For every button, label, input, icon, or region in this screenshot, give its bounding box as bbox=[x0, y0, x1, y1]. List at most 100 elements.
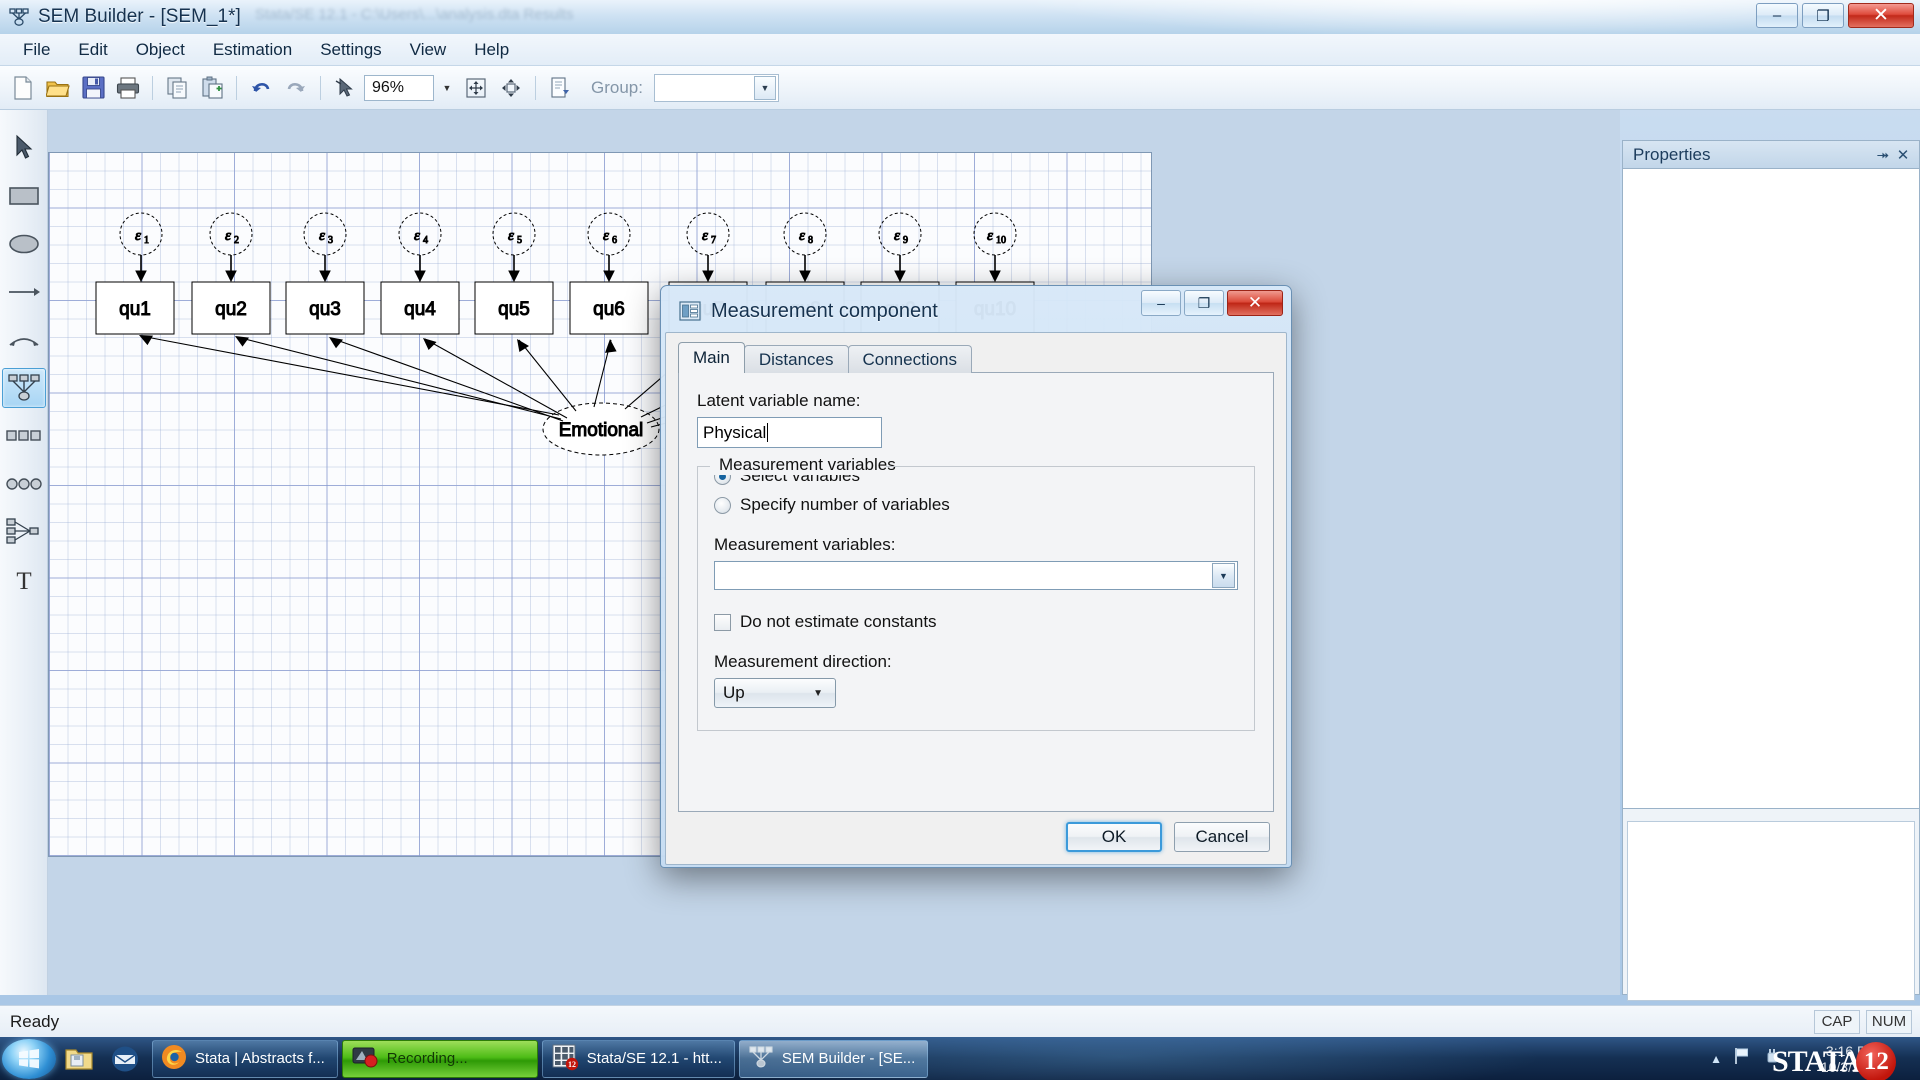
taskbar-sem-builder[interactable]: SEM Builder - [SE... bbox=[738, 1039, 929, 1078]
close-button[interactable]: ✕ bbox=[1848, 3, 1914, 28]
copy-icon[interactable] bbox=[161, 72, 193, 104]
toolbar-separator bbox=[152, 75, 153, 100]
status-text: Ready bbox=[10, 1011, 60, 1031]
observed-set-tool[interactable] bbox=[2, 416, 46, 456]
window-title: SEM Builder - [SEM_1*] bbox=[38, 6, 241, 27]
measurement-direction-combo[interactable]: Up ▼ bbox=[714, 678, 836, 708]
menu-help[interactable]: Help bbox=[461, 35, 522, 65]
explorer-icon[interactable] bbox=[56, 1039, 102, 1079]
chevron-down-icon[interactable]: ▼ bbox=[813, 688, 823, 699]
toolbar-separator bbox=[320, 75, 321, 100]
dialog-maximize-button[interactable]: ❐ bbox=[1184, 290, 1224, 316]
svg-text:ε: ε bbox=[894, 228, 900, 244]
taskbar-firefox-label: Stata | Abstracts f... bbox=[195, 1050, 325, 1067]
measurement-tool[interactable] bbox=[2, 368, 46, 408]
svg-text:ε: ε bbox=[508, 228, 514, 244]
menu-edit[interactable]: Edit bbox=[65, 35, 120, 65]
latent-set-tool[interactable] bbox=[2, 464, 46, 504]
menu-estimation[interactable]: Estimation bbox=[200, 35, 305, 65]
start-button[interactable] bbox=[2, 1038, 56, 1079]
new-icon[interactable] bbox=[7, 72, 39, 104]
dialog-buttons: OK Cancel bbox=[1066, 822, 1270, 852]
text-tool[interactable]: T bbox=[2, 560, 46, 600]
menu-view[interactable]: View bbox=[397, 35, 460, 65]
mail-icon[interactable] bbox=[102, 1039, 148, 1079]
svg-text:qu4: qu4 bbox=[404, 299, 436, 320]
properties-body[interactable] bbox=[1623, 169, 1919, 809]
clock-and-logo[interactable]: 3:16 PM 10/3/2012 STATA 12 bbox=[1772, 1039, 1912, 1080]
measurement-variables-combo[interactable]: ▼ bbox=[714, 561, 1238, 590]
taskbar-recorder[interactable]: Recording... bbox=[341, 1039, 538, 1078]
svg-text:1: 1 bbox=[144, 235, 149, 246]
recorder-icon bbox=[351, 1044, 379, 1074]
dialog-minimize-button[interactable]: – bbox=[1141, 290, 1181, 316]
flag-action-center-icon[interactable] bbox=[1732, 1046, 1752, 1071]
menu-object[interactable]: Object bbox=[123, 35, 198, 65]
ok-button[interactable]: OK bbox=[1066, 822, 1162, 852]
minimize-button[interactable]: – bbox=[1756, 3, 1798, 28]
expand-icon[interactable] bbox=[495, 72, 527, 104]
maximize-button[interactable]: ❐ bbox=[1802, 3, 1844, 28]
pin-icon[interactable]: ⯮ bbox=[1873, 145, 1893, 165]
copy-to-clipboard-icon[interactable] bbox=[544, 72, 576, 104]
properties-panel: Properties ⯮ ✕ bbox=[1622, 140, 1920, 1001]
properties-footer-pane[interactable] bbox=[1627, 821, 1915, 1001]
menu-file[interactable]: File bbox=[10, 35, 63, 65]
svg-text:10: 10 bbox=[996, 235, 1006, 246]
close-icon[interactable]: ✕ bbox=[1893, 145, 1913, 165]
do-not-estimate-constants-row[interactable]: Do not estimate constants bbox=[714, 612, 1238, 632]
undo-icon[interactable] bbox=[245, 72, 277, 104]
ellipse-tool[interactable] bbox=[2, 224, 46, 264]
stata-logo-text: STATA bbox=[1772, 1044, 1861, 1078]
svg-text:8: 8 bbox=[808, 235, 813, 246]
text-caret bbox=[767, 423, 769, 442]
properties-header: Properties ⯮ ✕ bbox=[1623, 141, 1919, 169]
svg-text:ε: ε bbox=[799, 228, 805, 244]
print-icon[interactable] bbox=[112, 72, 144, 104]
covariance-tool[interactable] bbox=[2, 320, 46, 360]
radio-specify-number[interactable]: Specify number of variables bbox=[714, 495, 1238, 515]
taskbar-stata[interactable]: 12 Stata/SE 12.1 - htt... bbox=[541, 1039, 735, 1078]
firefox-icon bbox=[161, 1044, 187, 1074]
radio-button-icon[interactable] bbox=[714, 496, 731, 514]
save-icon[interactable] bbox=[77, 72, 109, 104]
latent-variable-input[interactable]: Physical bbox=[697, 417, 882, 448]
select-arrow-icon[interactable] bbox=[329, 72, 361, 104]
chevron-down-icon[interactable]: ▼ bbox=[1212, 563, 1235, 588]
svg-text:ε: ε bbox=[603, 228, 609, 244]
chevron-down-icon[interactable]: ▼ bbox=[753, 75, 776, 100]
fit-to-window-icon[interactable] bbox=[460, 72, 492, 104]
rectangle-tool[interactable] bbox=[2, 176, 46, 216]
radio-specify-number-label: Specify number of variables bbox=[740, 495, 950, 514]
redo-icon[interactable] bbox=[280, 72, 312, 104]
status-badge-cap: CAP bbox=[1814, 1009, 1860, 1034]
dialog-body: Main Distances Connections Latent variab… bbox=[665, 332, 1287, 865]
cancel-button[interactable]: Cancel bbox=[1174, 822, 1270, 852]
regression-tool[interactable] bbox=[2, 512, 46, 552]
menu-settings[interactable]: Settings bbox=[307, 35, 394, 65]
sem-builder-icon bbox=[8, 6, 30, 28]
measurement-variables-legend: Measurement variables bbox=[714, 455, 901, 475]
title-bar: Stata/SE 12.1 - C:\Users\...\analysis.dt… bbox=[0, 0, 1920, 34]
tab-distances[interactable]: Distances bbox=[743, 345, 849, 373]
show-hidden-icons[interactable]: ▲ bbox=[1710, 1052, 1722, 1066]
dialog-form-icon bbox=[679, 301, 701, 321]
taskbar-firefox[interactable]: Stata | Abstracts f... bbox=[152, 1039, 338, 1078]
tab-main[interactable]: Main bbox=[678, 342, 745, 373]
measurement-direction-value: Up bbox=[723, 683, 745, 702]
zoom-dropdown-arrow[interactable]: ▼ bbox=[437, 75, 457, 101]
latent-variable-value: Physical bbox=[703, 422, 767, 442]
svg-text:qu2: qu2 bbox=[215, 299, 247, 320]
path-tool[interactable] bbox=[2, 272, 46, 312]
pointer-tool[interactable] bbox=[2, 128, 46, 168]
svg-text:3: 3 bbox=[328, 235, 333, 246]
tab-connections[interactable]: Connections bbox=[847, 345, 973, 373]
dialog-close-button[interactable]: ✕ bbox=[1227, 290, 1283, 316]
open-icon[interactable] bbox=[42, 72, 74, 104]
paste-icon[interactable] bbox=[196, 72, 228, 104]
group-combo[interactable]: ▼ bbox=[653, 73, 779, 102]
checkbox-icon[interactable] bbox=[714, 613, 731, 631]
svg-text:ε: ε bbox=[319, 228, 325, 244]
measurement-component-dialog[interactable]: Measurement component – ❐ ✕ Main Distanc… bbox=[660, 285, 1292, 868]
zoom-input[interactable]: 96% bbox=[364, 74, 434, 101]
